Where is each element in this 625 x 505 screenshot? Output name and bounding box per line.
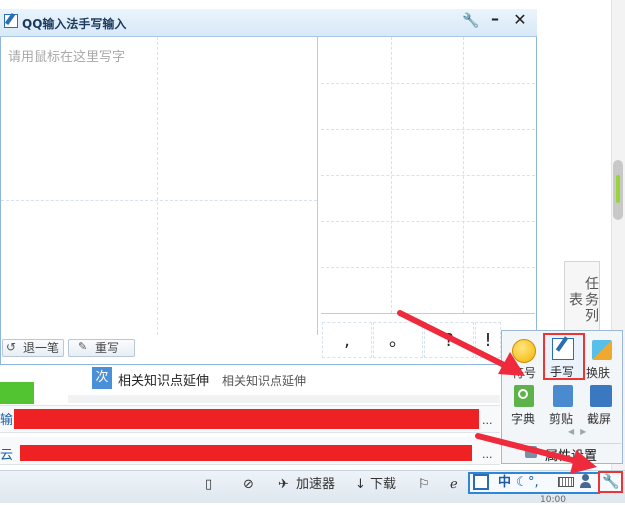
grid-line [321, 129, 535, 130]
grid-line [321, 267, 535, 268]
row-ellipsis: ... [482, 448, 493, 461]
skin-icon[interactable] [592, 340, 612, 360]
content-panel [68, 395, 500, 403]
user-icon[interactable] [580, 474, 591, 488]
row-ellipsis: ... [482, 414, 493, 427]
ime-logo-icon[interactable] [473, 474, 489, 490]
download-icon[interactable]: ↓ [355, 474, 366, 496]
symbols-label[interactable]: 符号 [512, 364, 536, 381]
minimize-button[interactable]: – [488, 10, 502, 28]
related-badge: 次 [92, 367, 112, 389]
accelerator-label[interactable]: 加速器 [296, 474, 335, 496]
page-arrows-icon[interactable]: ◀▶ [568, 427, 592, 436]
ime-mode[interactable]: 中 [498, 472, 511, 494]
wrench-icon[interactable]: 🔧 [462, 13, 479, 29]
phone-icon[interactable]: ▯ [205, 474, 212, 496]
redaction-bar [20, 445, 472, 461]
handwriting-icon [552, 338, 574, 360]
wrench-icon: 🔧 [602, 474, 620, 490]
window-title: QQ输入法手写输入 [22, 17, 127, 31]
emoji-icon[interactable] [512, 339, 536, 363]
punct-exclaim[interactable]: ! [475, 322, 501, 358]
green-button[interactable] [0, 382, 34, 404]
dictionary-label[interactable]: 字典 [511, 410, 535, 427]
settings-label[interactable]: 属性设置 [545, 445, 597, 464]
settings-icon [525, 446, 537, 458]
grid-line [157, 37, 158, 335]
clipboard-icon[interactable] [553, 385, 573, 407]
handwriting-label: 手写 [550, 365, 575, 379]
punct-period[interactable]: 。 [373, 322, 423, 358]
task-list-tab[interactable]: 任务列表 [564, 261, 600, 331]
skin-label[interactable]: 换肤 [586, 364, 610, 381]
eraser-icon: ✎ [78, 340, 88, 353]
redaction-bar [14, 409, 479, 429]
browser-icon[interactable]: ⊘ [243, 474, 254, 496]
punct-question[interactable]: ? [424, 322, 474, 358]
flag-icon[interactable]: ⚐ [418, 474, 430, 496]
screenshot-icon[interactable] [590, 385, 612, 407]
grid-line [321, 221, 535, 222]
download-label[interactable]: 下载 [370, 474, 396, 496]
dictionary-icon[interactable] [514, 385, 534, 407]
undo-icon: ↺ [6, 340, 17, 354]
related-subtitle: 相关知识点延伸 [222, 374, 307, 388]
grid-line [321, 175, 535, 176]
clock: 10:00 [540, 495, 566, 505]
halfwidth-icon[interactable]: ☾ [516, 472, 528, 494]
related-title[interactable]: 相关知识点延伸 [118, 370, 209, 389]
writing-placeholder: 请用鼠标在这里写字 [8, 50, 126, 65]
keyboard-icon[interactable] [558, 477, 574, 487]
punct-comma[interactable]: , [322, 322, 372, 358]
writing-canvas[interactable] [1, 37, 318, 335]
handwriting-app-icon [4, 14, 18, 28]
rocket-icon[interactable]: ✈ [278, 474, 289, 496]
clipboard-label[interactable]: 剪贴 [549, 410, 573, 427]
row-prefix: 云 [0, 448, 14, 463]
grid-line [1, 200, 317, 201]
screenshot-label[interactable]: 截屏 [587, 410, 611, 427]
ime-punctuation[interactable]: °, [528, 472, 539, 494]
close-button[interactable]: ✕ [512, 12, 528, 28]
ie-icon[interactable]: ℯ [450, 474, 458, 496]
candidate-grid[interactable] [321, 37, 535, 314]
grid-line [321, 83, 535, 84]
scrollbar-grip [616, 175, 620, 203]
